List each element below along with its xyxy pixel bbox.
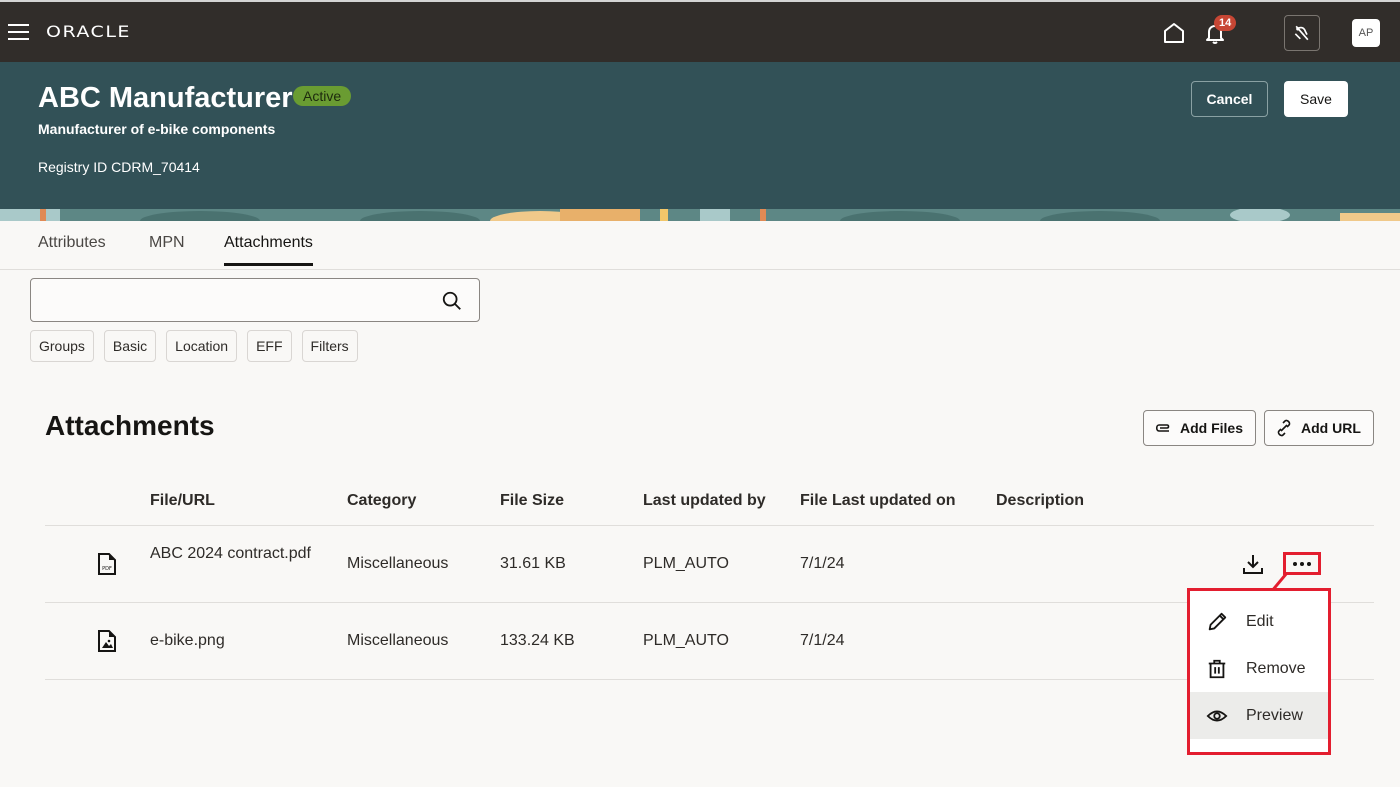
link-icon: [1277, 419, 1291, 437]
search-filter-chips: Groups Basic Location EFF Filters: [30, 330, 358, 362]
file-name-link[interactable]: ABC 2024 contract.pdf: [150, 544, 320, 564]
category-cell: Miscellaneous: [347, 555, 449, 572]
file-size-cell: 133.24 KB: [500, 632, 575, 649]
status-badge: Active: [293, 86, 352, 106]
file-size-cell: 31.61 KB: [500, 555, 566, 572]
accessibility-tools-button[interactable]: [1284, 15, 1320, 51]
paperclip-icon: [1155, 424, 1170, 432]
add-url-label: Add URL: [1301, 420, 1361, 436]
chip-basic[interactable]: Basic: [103, 330, 157, 362]
column-header-last-updated-by[interactable]: Last updated by: [643, 492, 766, 510]
category-cell: Miscellaneous: [347, 632, 449, 649]
pdf-file-icon: PDF: [98, 553, 116, 575]
chip-eff[interactable]: EFF: [247, 330, 292, 362]
oracle-logo: ORACLE: [46, 22, 131, 42]
tab-mpn[interactable]: MPN: [149, 234, 185, 263]
attachments-heading: Attachments: [45, 410, 215, 441]
search-icon[interactable]: [441, 290, 463, 312]
add-files-button[interactable]: Add Files: [1143, 410, 1256, 446]
home-icon[interactable]: [1162, 21, 1186, 45]
column-header-file-size[interactable]: File Size: [500, 492, 564, 510]
notification-count-badge: 14: [1214, 15, 1237, 31]
decorative-banner: [0, 209, 1400, 221]
menu-item-label: Edit: [1246, 612, 1274, 630]
menu-item-preview[interactable]: Preview: [1190, 692, 1328, 739]
menu-item-remove[interactable]: Remove: [1190, 645, 1328, 692]
svg-text:PDF: PDF: [102, 566, 112, 572]
menu-item-label: Remove: [1246, 659, 1306, 677]
trash-icon: [1208, 659, 1226, 678]
updated-on-cell: 7/1/24: [800, 555, 845, 572]
add-files-label: Add Files: [1180, 420, 1244, 436]
file-name-link[interactable]: e-bike.png: [150, 632, 225, 650]
page-title: ABC Manufacturer: [38, 82, 293, 114]
cancel-button[interactable]: Cancel: [1191, 81, 1268, 117]
chip-location[interactable]: Location: [166, 330, 238, 362]
image-file-icon: [98, 630, 116, 652]
column-header-description[interactable]: Description: [996, 492, 1084, 510]
updated-on-cell: 7/1/24: [800, 632, 845, 649]
registry-id: Registry ID CDRM_70414: [38, 159, 200, 175]
menu-item-edit[interactable]: Edit: [1190, 598, 1328, 645]
page-subtitle: Manufacturer of e-bike components: [38, 121, 276, 137]
table-divider: [45, 602, 1374, 603]
chip-groups[interactable]: Groups: [30, 330, 94, 362]
tools-disabled-icon: [1294, 25, 1309, 41]
menu-item-label: Preview: [1246, 706, 1303, 724]
table-divider: [45, 679, 1374, 680]
chip-filters[interactable]: Filters: [301, 330, 358, 362]
column-header-last-updated-on[interactable]: File Last updated on: [800, 492, 956, 510]
add-url-button[interactable]: Add URL: [1264, 410, 1374, 446]
tab-attributes[interactable]: Attributes: [38, 234, 106, 263]
download-icon[interactable]: [1241, 552, 1265, 576]
user-avatar[interactable]: AP: [1352, 19, 1380, 47]
column-header-category[interactable]: Category: [347, 492, 416, 510]
more-actions-button[interactable]: [1283, 552, 1321, 575]
updated-by-cell: PLM_AUTO: [643, 555, 729, 572]
column-header-file[interactable]: File/URL: [150, 492, 215, 510]
save-button[interactable]: Save: [1284, 81, 1348, 117]
pencil-icon: [1208, 612, 1227, 630]
table-divider: [45, 525, 1374, 526]
eye-icon: [1206, 710, 1228, 721]
hamburger-menu-icon[interactable]: [8, 24, 29, 40]
top-bar: ORACLE 14 AP: [0, 0, 1400, 62]
row-actions-menu: Edit Remove Preview: [1187, 588, 1331, 755]
search-input[interactable]: [30, 278, 480, 322]
updated-by-cell: PLM_AUTO: [643, 632, 729, 649]
tab-bar: Attributes MPN Attachments: [0, 221, 1400, 270]
tab-attachments[interactable]: Attachments: [224, 234, 313, 266]
